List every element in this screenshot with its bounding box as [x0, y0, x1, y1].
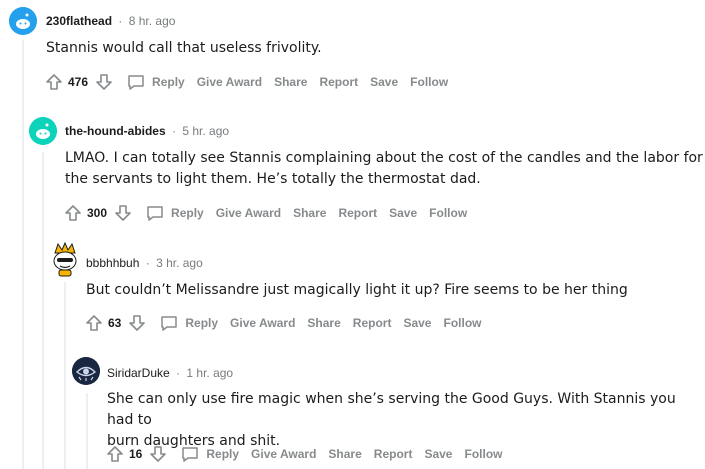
avatar[interactable] [29, 117, 57, 145]
thread-line[interactable] [64, 282, 66, 469]
snoo-avatar-icon [9, 7, 37, 35]
reply-icon [161, 316, 178, 331]
comment-body-line: LMAO. I can totally see Stannis complain… [65, 150, 703, 166]
give-award-button[interactable]: Give Award [216, 206, 281, 220]
comment-body: LMAO. I can totally see Stannis complain… [65, 148, 703, 190]
comment-body-line: But couldn’t Melissandre just magically … [86, 282, 628, 298]
comment-actions: 16 Reply Give Award Share Report Save Fo… [105, 442, 502, 466]
comment-body-line: the servants to light them. He’s totally… [65, 171, 481, 187]
reply-icon [182, 447, 199, 462]
thread-line[interactable] [22, 40, 24, 469]
vote-score: 300 [87, 206, 108, 220]
share-button[interactable]: Share [328, 447, 361, 461]
avatar[interactable] [72, 357, 100, 385]
follow-button[interactable]: Follow [429, 206, 467, 220]
comment-body-line: She can only use fire magic when she’s s… [107, 391, 676, 428]
avatar[interactable] [9, 7, 37, 35]
thread-line[interactable] [42, 152, 44, 469]
vote-score: 16 [129, 447, 143, 461]
downvote-icon[interactable] [113, 203, 133, 223]
reply-icon [128, 75, 144, 90]
avatar[interactable] [49, 241, 81, 277]
reply-button[interactable]: Reply [145, 203, 204, 223]
downvote-icon[interactable] [148, 444, 168, 464]
save-button[interactable]: Save [370, 75, 398, 89]
snoo-avatar-icon [53, 241, 77, 277]
comment-author[interactable]: the-hound-abides [65, 124, 166, 138]
report-button[interactable]: Report [374, 447, 413, 461]
vote-score: 476 [68, 75, 89, 89]
thread-line[interactable] [86, 393, 88, 469]
comment-time[interactable]: 5 hr. ago [182, 124, 229, 138]
share-button[interactable]: Share [293, 206, 326, 220]
profile-avatar-icon [72, 357, 100, 385]
comment-actions: 476 Reply Give Award Share Report Save F… [44, 70, 448, 94]
downvote-icon[interactable] [127, 313, 147, 333]
reply-label: Reply [152, 75, 185, 89]
reply-label: Reply [185, 316, 219, 330]
comment-actions: 300 Reply Give Award Share Report Save F… [63, 201, 467, 225]
comment-body: Stannis would call that useless frivolit… [46, 38, 322, 59]
upvote-icon[interactable] [63, 203, 83, 223]
comment-actions: 63 Reply Give Award Share Report Save Fo… [84, 311, 481, 335]
reply-icon [147, 206, 163, 221]
give-award-button[interactable]: Give Award [251, 447, 316, 461]
follow-button[interactable]: Follow [410, 75, 448, 89]
follow-button[interactable]: Follow [443, 316, 481, 330]
save-button[interactable]: Save [389, 206, 417, 220]
comment-body: But couldn’t Melissandre just magically … [86, 280, 628, 301]
save-button[interactable]: Save [403, 316, 431, 330]
reply-button[interactable]: Reply [159, 313, 218, 333]
downvote-icon[interactable] [94, 72, 114, 92]
separator: · [176, 366, 181, 380]
reply-label: Reply [206, 447, 240, 461]
separator: · [172, 124, 177, 138]
give-award-button[interactable]: Give Award [197, 75, 262, 89]
follow-button[interactable]: Follow [464, 447, 502, 461]
separator: · [118, 14, 123, 28]
report-button[interactable]: Report [338, 206, 377, 220]
separator: · [145, 256, 150, 270]
report-button[interactable]: Report [353, 316, 392, 330]
share-button[interactable]: Share [307, 316, 340, 330]
save-button[interactable]: Save [424, 447, 452, 461]
comment-author[interactable]: 230flathead [46, 14, 112, 28]
reply-button[interactable]: Reply [180, 444, 239, 464]
comment-author[interactable]: bbbhhbuh [86, 256, 139, 270]
upvote-icon[interactable] [44, 72, 64, 92]
give-award-button[interactable]: Give Award [230, 316, 295, 330]
comment-body-line: Stannis would call that useless frivolit… [46, 40, 322, 56]
comment-time[interactable]: 3 hr. ago [156, 256, 203, 270]
upvote-icon[interactable] [84, 313, 104, 333]
report-button[interactable]: Report [319, 75, 358, 89]
snoo-avatar-icon [29, 117, 57, 145]
comment-author[interactable]: SiridarDuke [107, 366, 170, 380]
reply-button[interactable]: Reply [126, 72, 185, 92]
upvote-icon[interactable] [105, 444, 125, 464]
share-button[interactable]: Share [274, 75, 307, 89]
vote-score: 63 [108, 316, 122, 330]
reply-label: Reply [171, 206, 204, 220]
comment-time[interactable]: 1 hr. ago [186, 366, 233, 380]
comment-time[interactable]: 8 hr. ago [129, 14, 176, 28]
